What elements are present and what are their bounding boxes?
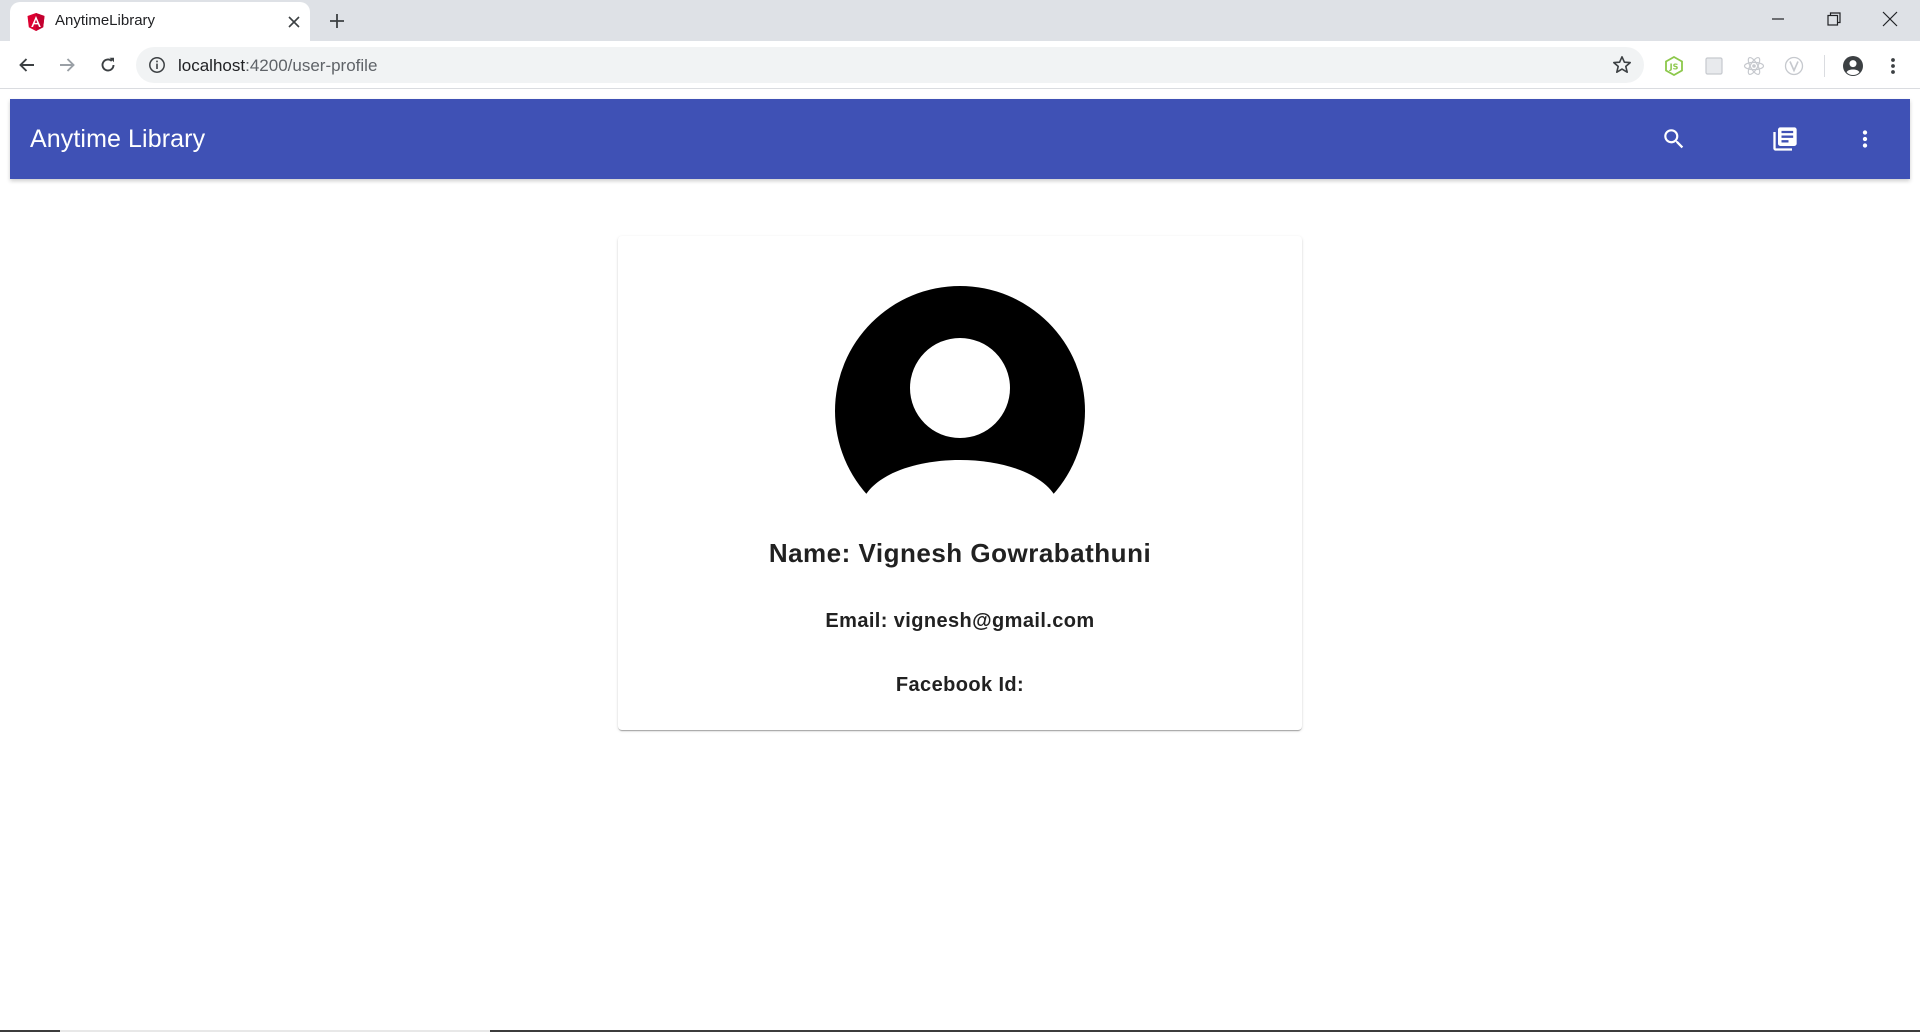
info-icon[interactable] — [148, 56, 166, 74]
nodejs-icon[interactable]: JS — [1663, 55, 1685, 77]
search-icon[interactable] — [1654, 119, 1694, 159]
vue-icon[interactable] — [1783, 55, 1805, 77]
profile-email: Email: vignesh@gmail.com — [825, 610, 1095, 632]
browser-titlebar: AnytimeLibrary — [0, 0, 1920, 41]
new-tab-icon[interactable] — [322, 8, 352, 34]
browser-toolbar: localhost:4200/user-profile JS — [0, 41, 1920, 89]
react-icon[interactable] — [1743, 55, 1765, 77]
app-toolbar: Anytime Library — [10, 99, 1910, 179]
url-path: :4200/user-profile — [245, 56, 378, 75]
library-books-icon[interactable] — [1765, 119, 1805, 159]
url-text: localhost:4200/user-profile — [178, 56, 377, 76]
profile-facebook-id: Facebook Id: — [895, 674, 1025, 696]
profile-card: Name: Vignesh Gowrabathuni Email: vignes… — [618, 236, 1302, 730]
forward-icon[interactable] — [51, 49, 83, 81]
profile-icon[interactable] — [1842, 55, 1864, 77]
restore-icon[interactable] — [1806, 0, 1862, 38]
tab-title: AnytimeLibrary — [55, 12, 156, 29]
back-icon[interactable] — [11, 49, 43, 81]
address-bar[interactable]: localhost:4200/user-profile — [136, 47, 1644, 83]
close-tab-icon[interactable] — [282, 10, 306, 34]
toolbar-divider — [1824, 55, 1825, 77]
more-vert-icon[interactable] — [1845, 119, 1885, 159]
bookmark-star-icon[interactable] — [1612, 55, 1632, 75]
reload-icon[interactable] — [92, 49, 124, 81]
svg-text:JS: JS — [1669, 63, 1679, 72]
account-circle-icon — [834, 286, 1086, 504]
extension-square-icon[interactable] — [1703, 55, 1725, 77]
browser-tab[interactable]: AnytimeLibrary — [10, 2, 310, 41]
browser-menu-icon[interactable] — [1882, 55, 1904, 77]
close-window-icon[interactable] — [1862, 0, 1918, 38]
profile-name: Name: Vignesh Gowrabathuni — [768, 538, 1152, 568]
minimize-icon[interactable] — [1750, 0, 1806, 38]
angular-icon — [26, 12, 46, 32]
url-host: localhost — [178, 56, 246, 75]
app-title[interactable]: Anytime Library — [30, 125, 205, 154]
